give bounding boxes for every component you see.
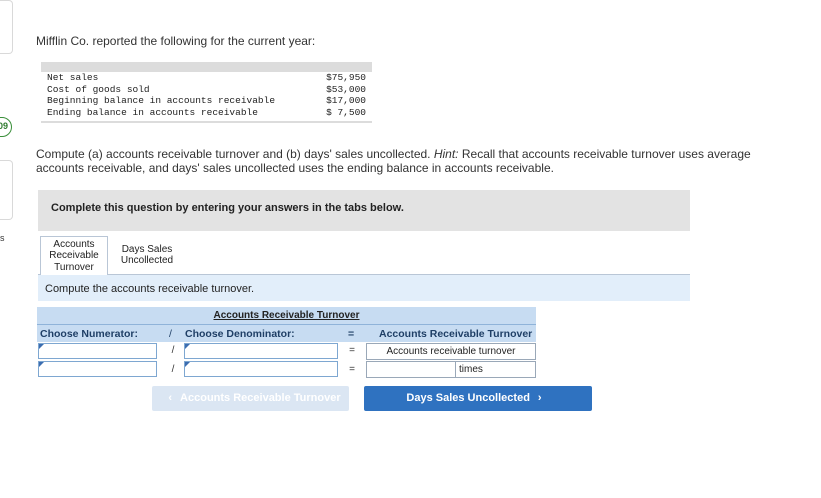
previous-tab-button[interactable]: ‹ Accounts Receivable Turnover [152, 386, 349, 411]
next-tab-button[interactable]: Days Sales Uncollected › [364, 386, 592, 411]
tab-days-sales-uncollected[interactable]: Days Sales Uncollected [110, 236, 184, 274]
tab-panel-prompt: Compute the accounts receivable turnover… [38, 274, 690, 301]
chevron-right-icon: › [537, 392, 542, 404]
times-unit-label: times [455, 362, 483, 377]
numerator-input-1[interactable] [38, 343, 157, 359]
numerator-header: Choose Numerator: [40, 328, 139, 340]
given-data-table: Net sales $75,950 Cost of goods sold $53,0… [41, 62, 372, 123]
divide-symbol: / [171, 364, 175, 375]
rail-card-middle[interactable] [0, 160, 13, 220]
result-header: Accounts Receivable Turnover [379, 328, 533, 340]
equals-symbol-header: = [348, 328, 355, 340]
instructions-banner: Complete this question by entering your … [38, 190, 690, 231]
data-row-cogs: Cost of goods sold $53,000 [47, 83, 366, 95]
table-header-row: Choose Numerator: / Choose Denominator: … [37, 324, 536, 342]
equals-symbol: = [349, 364, 355, 375]
data-row-beginning-ar: Beginning balance in accounts receivable… [47, 95, 366, 106]
numerator-input-2[interactable] [38, 361, 157, 377]
data-row-net-sales: Net sales $75,950 [47, 72, 366, 83]
result-answer-input[interactable]: times [366, 361, 536, 378]
divide-symbol-header: / [169, 328, 172, 340]
tab-accounts-receivable-turnover[interactable]: Accounts Receivable Turnover [40, 236, 108, 275]
denominator-header: Choose Denominator: [185, 328, 295, 340]
chevron-left-icon: ‹ [168, 392, 173, 404]
data-row-ending-ar: Ending balance in accounts receivable $ 7… [47, 106, 366, 118]
denominator-input-2[interactable] [184, 361, 338, 377]
result-label-cell: Accounts receivable turnover [366, 343, 536, 360]
rail-card-top[interactable] [0, 0, 13, 54]
intro-text: Mifflin Co. reported the following for t… [36, 34, 316, 48]
table-title: Accounts Receivable Turnover [37, 307, 536, 324]
equals-symbol: = [349, 345, 355, 356]
instructions-text: Compute (a) accounts receivable turnover… [36, 147, 751, 175]
rail-label-fragment: s [0, 233, 5, 243]
denominator-input-1[interactable] [184, 343, 338, 359]
rail-question-badge[interactable]: 09 [0, 117, 12, 137]
divide-symbol: / [171, 345, 175, 356]
